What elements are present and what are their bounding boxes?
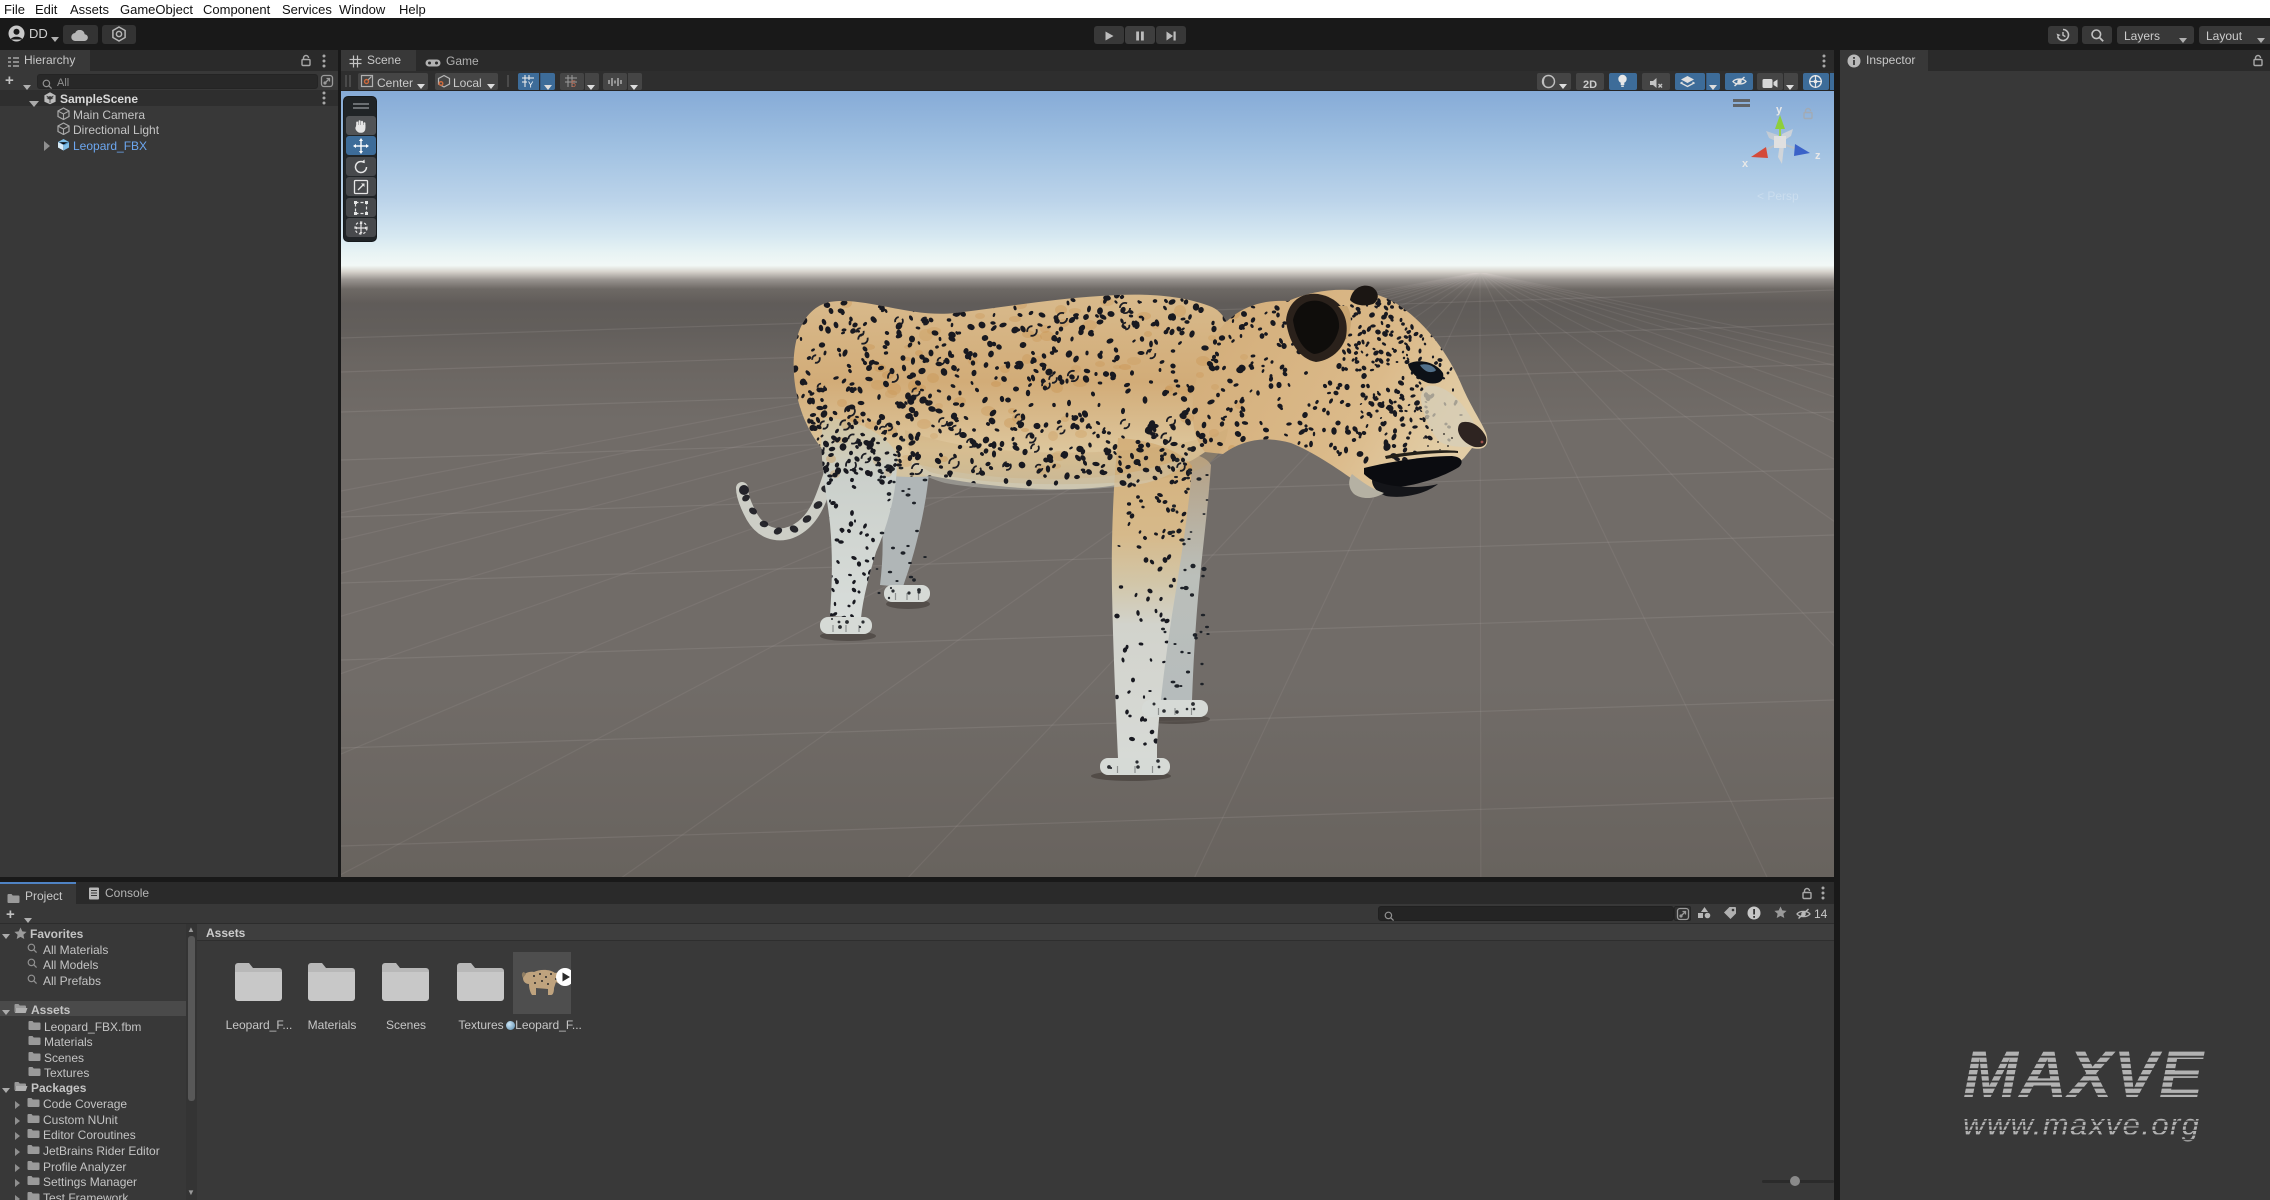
svg-text:Y: Y [528, 81, 534, 89]
svg-text:MAXVE: MAXVE [1963, 1039, 2205, 1111]
svg-text:www.maxve.org: www.maxve.org [1963, 1107, 2199, 1142]
svg-text:y: y [1776, 104, 1783, 116]
svg-text:z: z [1815, 150, 1821, 162]
svg-text:x: x [1742, 158, 1749, 170]
svg-text:5: 5 [571, 79, 576, 88]
